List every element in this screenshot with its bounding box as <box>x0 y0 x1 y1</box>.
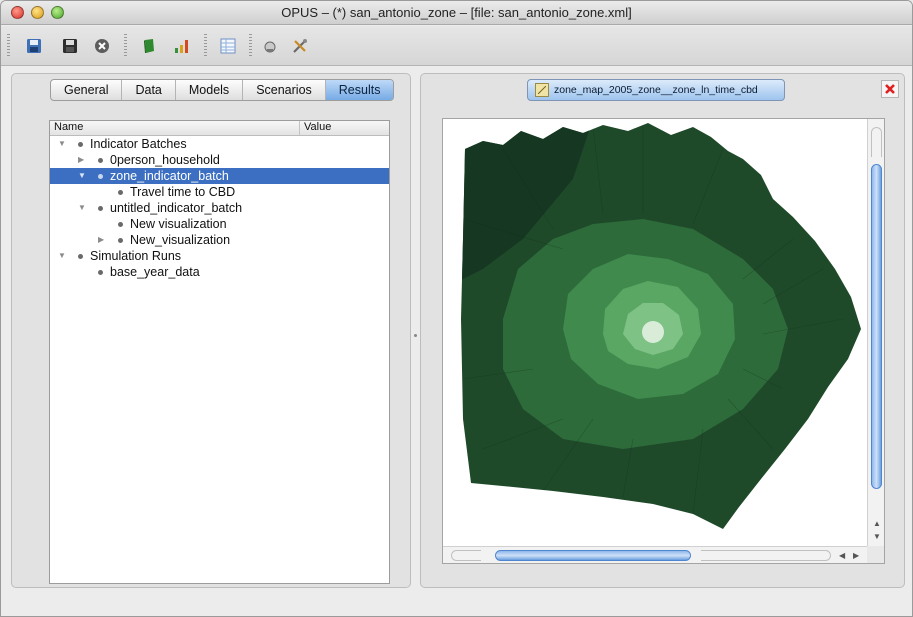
toolbar-separator <box>249 34 252 56</box>
tree-node-bullet-icon <box>98 206 103 211</box>
map-viewport[interactable]: ▲ ▼ ◀ ▶ <box>442 118 885 564</box>
expanded-arrow-icon[interactable]: ▼ <box>78 168 86 184</box>
tree-node-bullet-icon <box>98 270 103 275</box>
map-icon <box>535 83 549 97</box>
tree-node-bullet-icon <box>98 174 103 179</box>
tab-data[interactable]: Data <box>122 80 176 100</box>
scroll-right-arrow[interactable]: ▶ <box>853 551 859 560</box>
tree-row[interactable]: ▼ zone_indicator_batch <box>50 168 389 184</box>
horizontal-scroll-thumb[interactable] <box>495 550 691 561</box>
bar-chart-icon[interactable] <box>171 35 193 57</box>
splitter-handle[interactable] <box>414 334 417 337</box>
tree-row[interactable]: ▼ Indicator Batches <box>50 136 389 152</box>
tree-row-label: 0person_household <box>110 153 220 167</box>
project-panel: General Data Models Scenarios Results Na… <box>11 73 411 588</box>
tab-models[interactable]: Models <box>176 80 244 100</box>
toolbar-grip[interactable] <box>7 34 10 56</box>
scroll-track-top <box>871 127 882 157</box>
tree-node-bullet-icon <box>118 222 123 227</box>
toolbar-separator <box>204 34 207 56</box>
tree-rows: ▼ Indicator Batches ▶ 0person_household ▼ zon… <box>50 136 389 280</box>
console-icon[interactable] <box>259 35 281 57</box>
tab-scenarios[interactable]: Scenarios <box>243 80 326 100</box>
toolbar <box>1 26 912 66</box>
tree-row[interactable]: ▼ untitled_indicator_batch <box>50 200 389 216</box>
tree-row-label: Simulation Runs <box>90 249 182 263</box>
tree-row[interactable]: ▶ 0person_household <box>50 152 389 168</box>
results-tree: Name Value ▼ Indicator Batches ▶ 0person_ho… <box>49 120 390 584</box>
close-visualization-button[interactable] <box>881 80 899 98</box>
title-bar: OPUS – (*) san_antonio_zone – [file: san… <box>1 1 912 25</box>
scroll-left-arrow[interactable]: ◀ <box>839 551 845 560</box>
vertical-scrollbar[interactable]: ▲ ▼ <box>867 119 884 547</box>
visualization-panel: zone_map_2005_zone__zone_ln_time_cbd ▲ ▼… <box>420 73 905 588</box>
tree-row-label: untitled_indicator_batch <box>110 201 243 215</box>
expanded-arrow-icon[interactable]: ▼ <box>58 136 66 152</box>
expanded-arrow-icon[interactable]: ▼ <box>58 248 66 264</box>
scroll-down-arrow[interactable]: ▼ <box>873 532 881 541</box>
visualization-tab[interactable]: zone_map_2005_zone__zone_ln_time_cbd <box>527 79 785 101</box>
tree-node-bullet-icon <box>78 254 83 259</box>
tree-row[interactable]: Travel time to CBD <box>50 184 389 200</box>
tab-results[interactable]: Results <box>325 80 394 100</box>
tree-node-bullet-icon <box>118 190 123 195</box>
tree-header: Name Value <box>50 121 389 136</box>
visualization-tab-label: zone_map_2005_zone__zone_ln_time_cbd <box>554 84 758 96</box>
tree-row-label: New visualization <box>130 217 227 231</box>
collapsed-arrow-icon[interactable]: ▶ <box>78 152 84 168</box>
tree-row[interactable]: ▶ New_visualization <box>50 232 389 248</box>
scroll-track-left <box>451 550 481 561</box>
scroll-track-right <box>701 550 831 561</box>
table-icon[interactable] <box>217 35 239 57</box>
horizontal-scrollbar[interactable]: ◀ ▶ <box>443 546 869 563</box>
column-header-name[interactable]: Name <box>50 121 300 135</box>
book-icon[interactable] <box>139 35 161 57</box>
zone-map <box>461 123 861 529</box>
tree-row-label: Indicator Batches <box>90 137 187 151</box>
tree-node-bullet-icon <box>118 238 123 243</box>
expanded-arrow-icon[interactable]: ▼ <box>78 200 86 216</box>
close-project-icon[interactable] <box>91 35 113 57</box>
scroll-up-arrow[interactable]: ▲ <box>873 519 881 528</box>
app-window: OPUS – (*) san_antonio_zone – [file: san… <box>0 0 913 617</box>
window-title: OPUS – (*) san_antonio_zone – [file: san… <box>281 5 632 20</box>
tree-row-label: zone_indicator_batch <box>110 169 229 183</box>
project-tabs: General Data Models Scenarios Results <box>50 79 395 101</box>
column-header-value[interactable]: Value <box>300 121 331 135</box>
tree-row[interactable]: New visualization <box>50 216 389 232</box>
tree-row[interactable]: base_year_data <box>50 264 389 280</box>
tab-general[interactable]: General <box>51 80 123 100</box>
tree-node-bullet-icon <box>78 142 83 147</box>
scroll-corner <box>867 546 884 563</box>
tree-row-label: New_visualization <box>130 233 231 247</box>
tree-row-label: base_year_data <box>110 265 200 279</box>
vertical-scroll-thumb[interactable] <box>871 164 882 489</box>
cbd-core <box>642 321 664 343</box>
tree-row[interactable]: ▼ Simulation Runs <box>50 248 389 264</box>
save-icon[interactable] <box>59 35 81 57</box>
collapsed-arrow-icon[interactable]: ▶ <box>98 232 104 248</box>
close-icon <box>885 84 895 94</box>
save-as-icon[interactable] <box>23 35 45 57</box>
tree-node-bullet-icon <box>98 158 103 163</box>
toolbar-separator <box>124 34 127 56</box>
tree-row-label: Travel time to CBD <box>130 185 236 199</box>
tools-icon[interactable] <box>289 35 311 57</box>
